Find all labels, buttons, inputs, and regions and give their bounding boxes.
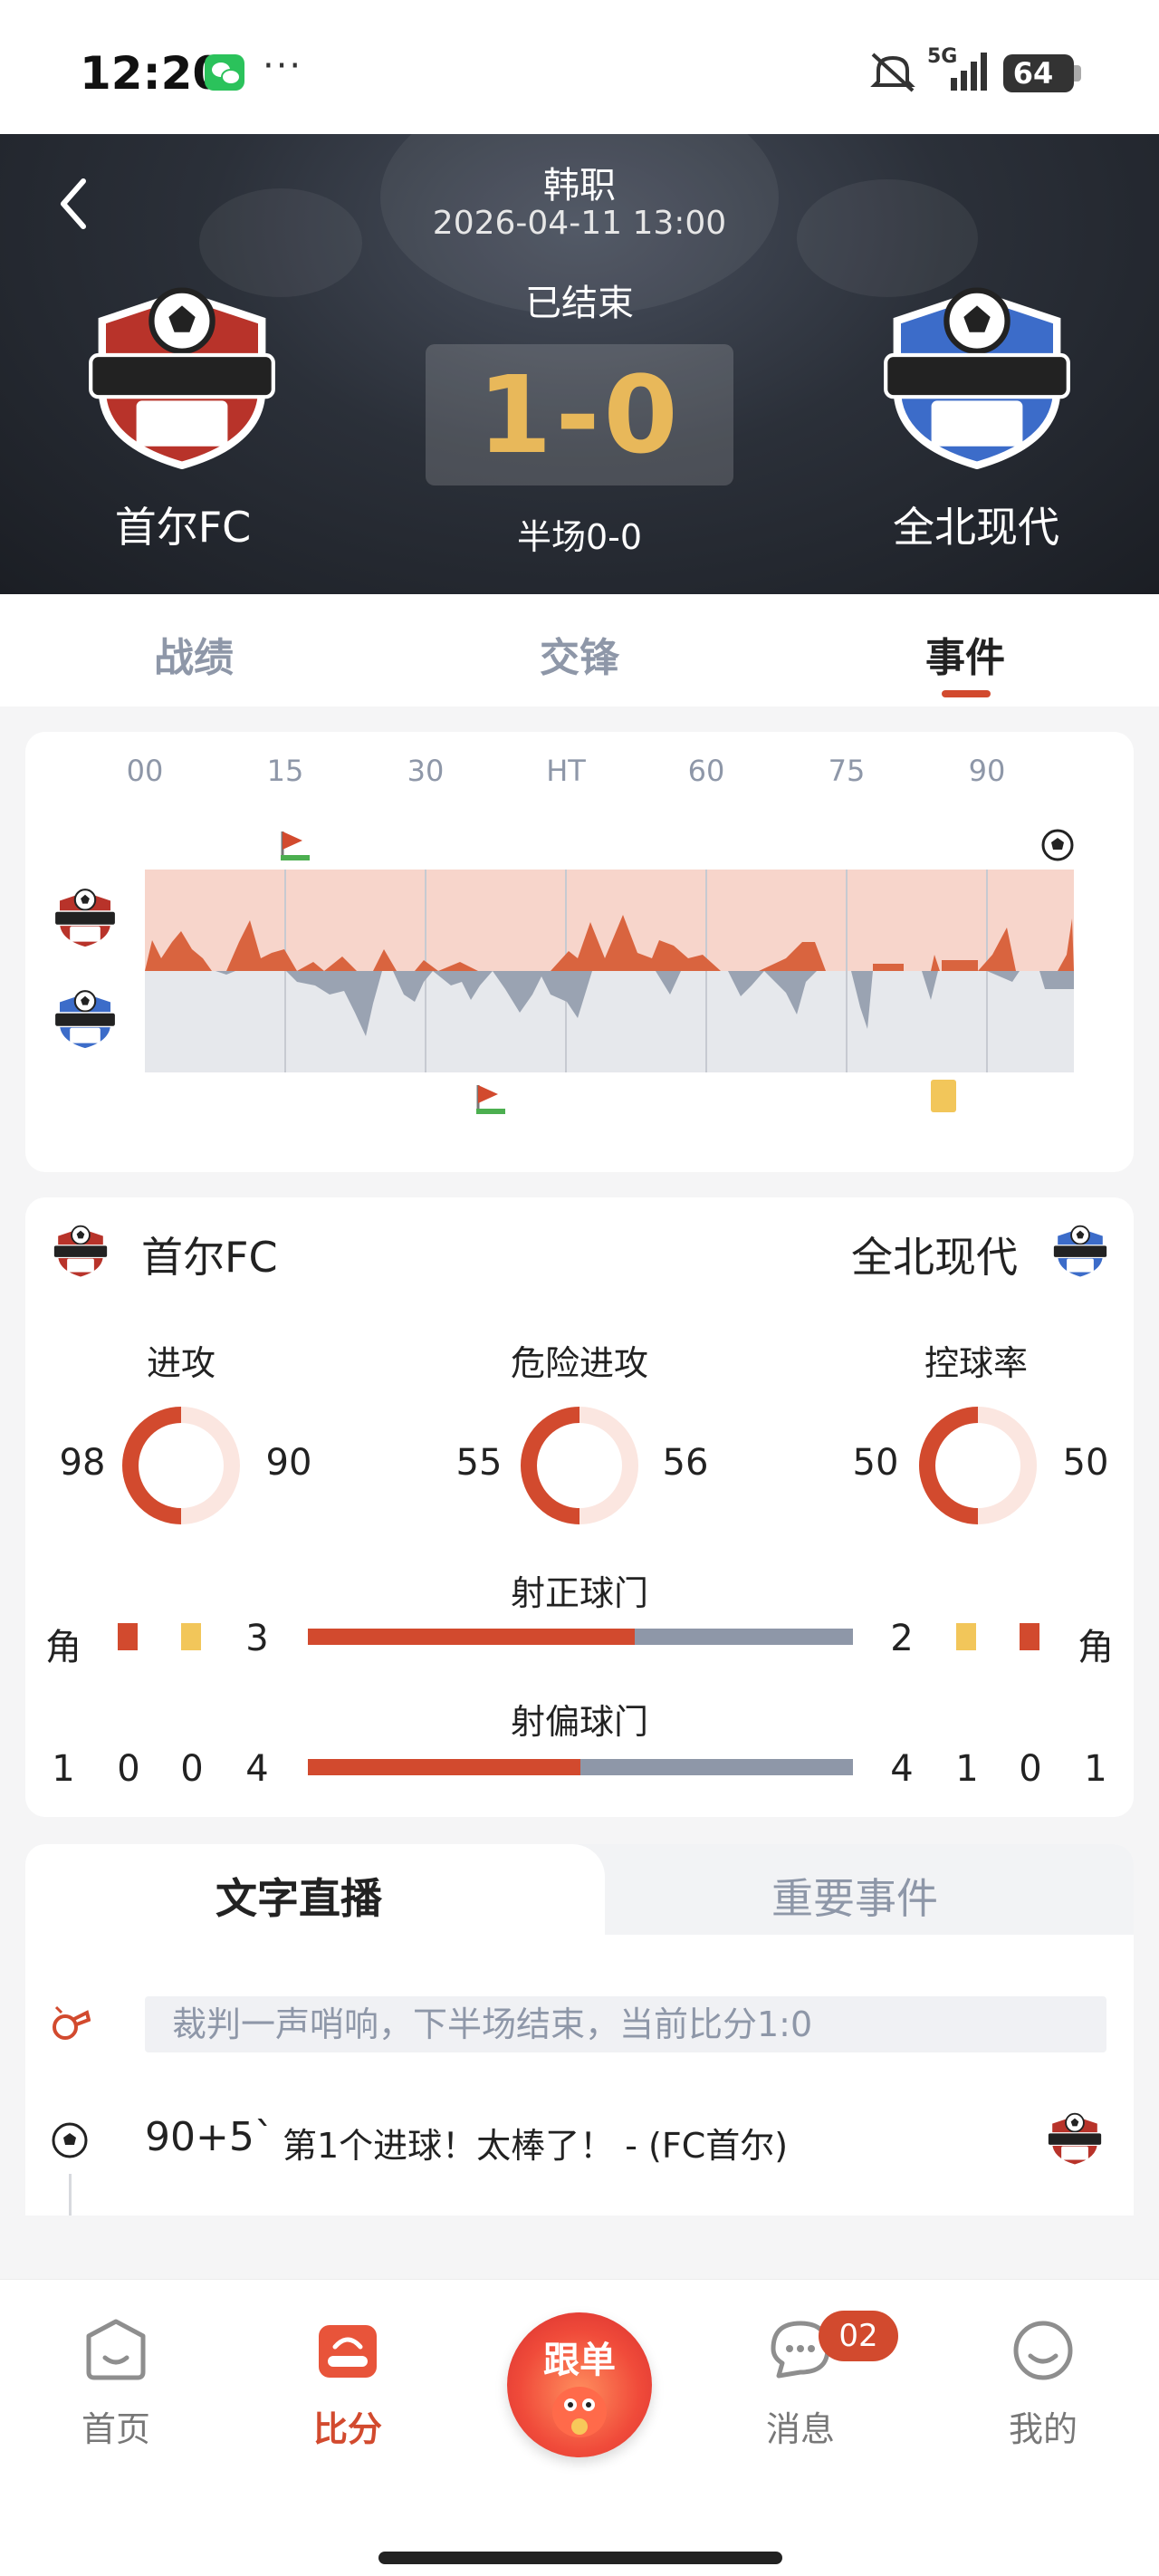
stat-title-possession: 控球率 — [924, 1343, 1028, 1383]
away-team-logo — [1051, 1225, 1109, 1279]
scores-icon — [319, 2325, 377, 2378]
home-stat: 0 — [117, 1748, 140, 1790]
match-stats-card: 首尔FC 全北现代 进攻 98 90 危险进攻 55 56 控球率 50 50 … — [25, 1197, 1134, 1817]
home-stat: 1 — [52, 1748, 75, 1790]
home-icon — [86, 2319, 146, 2380]
match-header: 韩职 2026-04-11 13:00 已结束 1-0 半场0-0 首尔FC 全… — [0, 134, 1159, 594]
mute-icon — [870, 53, 915, 92]
away-stat: 0 — [1019, 1748, 1042, 1790]
yellow-card-icon — [931, 1080, 956, 1112]
yellow-card-icon — [956, 1623, 976, 1650]
home-indicator[interactable] — [378, 2552, 782, 2564]
away-shots-on: 2 — [890, 1618, 914, 1659]
away-team-name[interactable]: 全北现代 — [840, 495, 1112, 554]
status-bar: 12:20 ··· 5G 64 — [0, 0, 1159, 134]
corner-flag-icon — [281, 831, 310, 860]
wechat-icon — [205, 54, 244, 91]
detail-tabs: 战绩 交锋 事件 — [0, 594, 1159, 706]
commentary-note: 裁判一声哨响，下半场结束，当前比分1:0 — [145, 1996, 1106, 2052]
away-shots-off: 4 — [890, 1748, 914, 1790]
home-shots-on: 3 — [245, 1618, 269, 1659]
shots-on-bar — [308, 1629, 853, 1645]
away-team-logo — [53, 989, 117, 1051]
battery-level: 64 — [1012, 56, 1054, 91]
shots-off-title: 射偏球门 — [510, 1702, 648, 1742]
home-shots-off: 4 — [245, 1748, 269, 1790]
status-time: 12:20 — [80, 47, 225, 100]
stat-title-danger: 危险进攻 — [510, 1343, 648, 1383]
home-stat: 0 — [180, 1748, 204, 1790]
stat-title-attack: 进攻 — [146, 1343, 216, 1383]
score-box: 1-0 — [426, 344, 733, 485]
shots-on-home-fill — [308, 1629, 636, 1645]
league-name: 韩职 — [543, 165, 616, 207]
goal-ball-icon — [52, 2122, 88, 2158]
stats-home-team: 首尔FC — [141, 1233, 278, 1282]
stat-home-possession: 50 — [852, 1442, 899, 1484]
goal-ball-icon — [1041, 829, 1074, 861]
unread-badge: 02 — [819, 2311, 898, 2361]
danger-ring — [521, 1407, 638, 1524]
match-datetime: 2026-04-11 13:00 — [432, 205, 727, 242]
home-team-logo — [52, 1225, 110, 1279]
home-team-logo — [69, 279, 295, 469]
shots-off-home-fill — [308, 1759, 580, 1775]
home-team-logo — [1046, 2112, 1104, 2167]
attack-ring — [122, 1407, 240, 1524]
profile-icon — [1013, 2321, 1073, 2380]
mascot-icon — [552, 2387, 607, 2437]
bottom-navigation: 首页 比分 跟单 消息 02 我的 — [0, 2279, 1159, 2576]
away-team-logo — [864, 279, 1090, 469]
home-team-logo — [53, 888, 117, 949]
shots-on-title: 射正球门 — [510, 1573, 648, 1613]
live-commentary-panel: 文字直播 重要事件 裁判一声哨响，下半场结束，当前比分1:0 90+5` 第1个… — [25, 1844, 1134, 2216]
corner-flag-icon — [476, 1085, 505, 1114]
stat-away-danger: 56 — [662, 1442, 709, 1484]
event-minute: 90+5` — [145, 2114, 274, 2160]
tab-key-events[interactable]: 重要事件 — [771, 1866, 938, 1926]
stats-away-team: 全北现代 — [851, 1233, 1018, 1282]
home-team-name[interactable]: 首尔FC — [47, 495, 319, 554]
signal-icon — [951, 53, 987, 91]
away-stat: 1 — [1084, 1748, 1107, 1790]
away-stat: 1 — [955, 1748, 979, 1790]
momentum-graph — [145, 829, 1074, 1114]
nav-profile-label: 我的 — [1008, 2409, 1078, 2449]
yellow-card-icon — [181, 1623, 201, 1650]
nav-scores[interactable]: 比分 — [284, 2316, 411, 2451]
tab-record[interactable]: 战绩 — [103, 625, 284, 683]
possession-ring — [919, 1407, 1037, 1524]
nav-scores-label: 比分 — [312, 2409, 382, 2449]
nav-messages-label: 消息 — [765, 2409, 835, 2449]
away-pressure-area — [145, 971, 1074, 1072]
battery-icon: 64 — [1003, 54, 1081, 92]
nav-profile[interactable]: 我的 — [980, 2316, 1106, 2451]
timeline-connector — [69, 2174, 72, 2216]
final-score: 1-0 — [477, 352, 682, 477]
nav-home-label: 首页 — [81, 2409, 150, 2449]
tab-head-to-head[interactable]: 交锋 — [489, 625, 670, 683]
stat-away-attack: 90 — [265, 1442, 312, 1484]
event-text: 第1个进球！太棒了！ - (FC首尔) — [283, 2126, 789, 2166]
tab-events[interactable]: 事件 — [875, 625, 1056, 683]
whistle-icon — [53, 2005, 91, 2040]
nav-home[interactable]: 首页 — [53, 2316, 179, 2451]
follow-bet-button[interactable]: 跟单 — [507, 2312, 652, 2457]
stat-home-danger: 55 — [455, 1442, 503, 1484]
red-card-icon — [118, 1623, 138, 1650]
more-dots-icon: ··· — [263, 45, 303, 87]
red-card-icon — [1020, 1623, 1039, 1650]
away-corner-label: 角 — [1078, 1627, 1114, 1668]
momentum-timeline-card: 00 15 30 HT 60 75 90 — [25, 732, 1134, 1172]
tab-text-live[interactable]: 文字直播 — [216, 1866, 382, 1926]
home-corner-label: 角 — [45, 1627, 81, 1668]
stat-home-attack: 98 — [59, 1442, 106, 1484]
active-tab-indicator — [942, 690, 991, 697]
stat-away-possession: 50 — [1062, 1442, 1109, 1484]
shots-off-bar — [308, 1759, 853, 1775]
